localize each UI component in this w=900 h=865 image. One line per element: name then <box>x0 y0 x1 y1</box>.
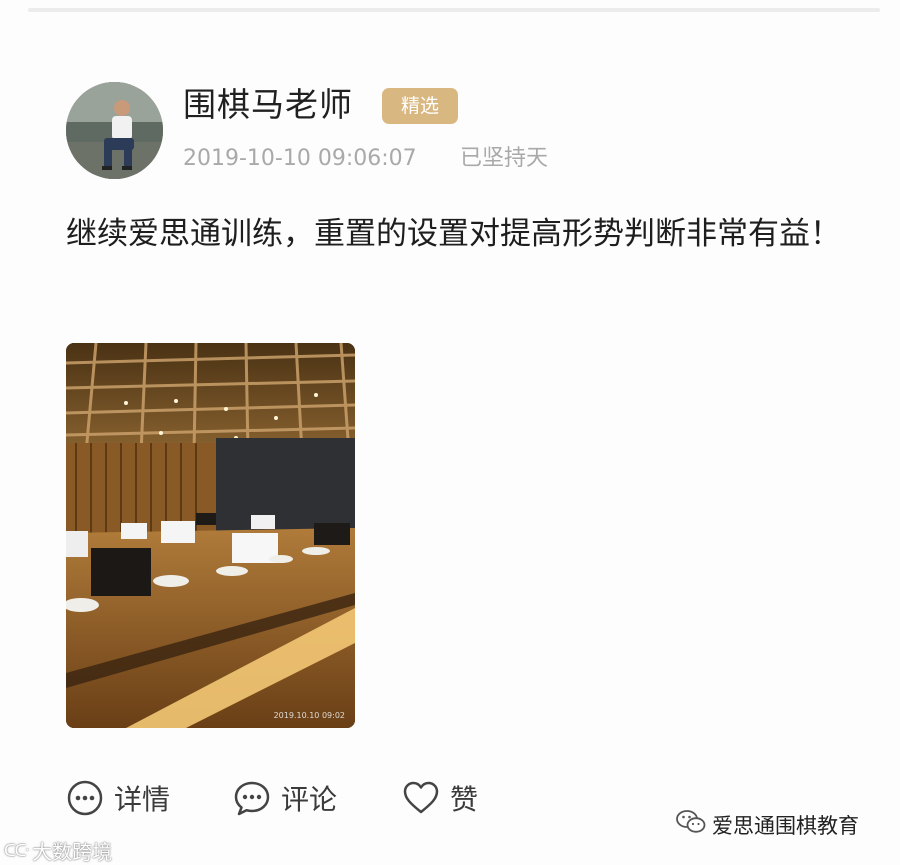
watermark-left: ᑕᑢ 大数跨境 <box>4 836 112 865</box>
wechat-icon <box>676 809 706 840</box>
streak-label: 已坚持天 <box>460 146 549 171</box>
comment-label: 评论 <box>281 783 338 816</box>
watermark-left-text: 大数跨境 <box>32 840 113 864</box>
top-divider <box>28 8 880 12</box>
photo-timestamp: 2019.10.10 09:02 <box>273 711 345 720</box>
details-label: 详情 <box>114 783 171 816</box>
heart-outline-icon <box>402 779 440 817</box>
comment-bubble-icon <box>233 779 271 817</box>
featured-badge: 精选 <box>382 88 458 124</box>
post-photo[interactable]: 2019.10.10 09:02 <box>66 343 355 728</box>
post-timestamp: 2019-10-10 09:06:07 <box>183 146 417 171</box>
author-name[interactable]: 围棋马老师 <box>183 82 353 128</box>
watermark-right: 爱思通围棋教育 <box>676 809 859 840</box>
like-label: 赞 <box>450 783 479 816</box>
watermark-logo-icon: ᑕᑢ <box>4 841 29 860</box>
more-dots-circle-icon <box>66 779 104 817</box>
avatar[interactable] <box>66 82 163 179</box>
watermark-right-text: 爱思通围棋教育 <box>712 813 859 838</box>
details-button[interactable]: 详情 <box>66 776 170 820</box>
post-text: 继续爱思通训练，重置的设置对提高形势判断非常有益！ <box>66 216 841 252</box>
like-button[interactable]: 赞 <box>402 776 478 820</box>
comment-button[interactable]: 评论 <box>233 776 337 820</box>
